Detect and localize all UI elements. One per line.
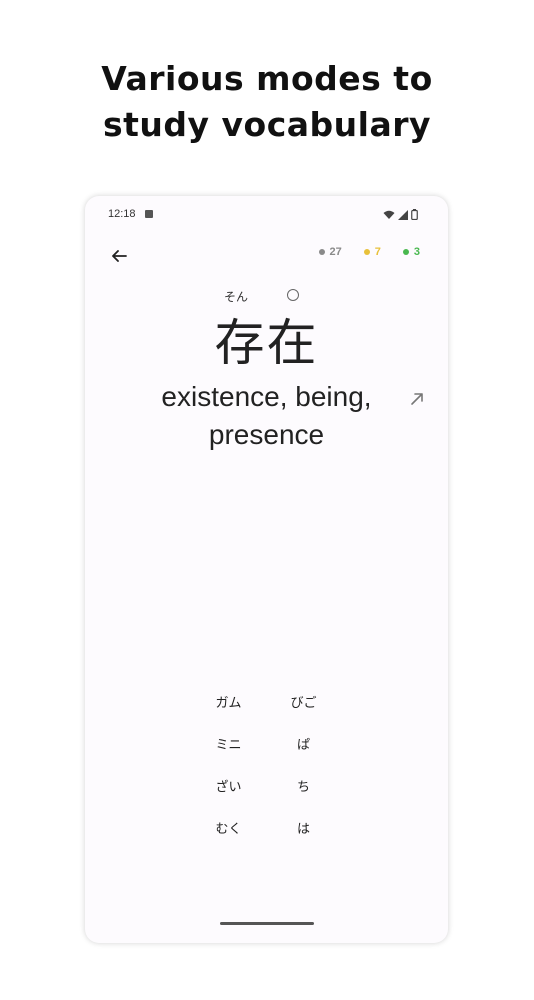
promo-headline-line1: Various modes to bbox=[101, 59, 433, 98]
vocabulary-word: 存在 bbox=[214, 314, 319, 372]
word-meaning: existence, being, presence bbox=[161, 381, 372, 450]
arrow-up-right-icon bbox=[411, 393, 423, 405]
counter-known: 3 bbox=[402, 246, 420, 258]
battery-icon bbox=[411, 209, 418, 220]
promo-headline-line2: study vocabulary bbox=[102, 105, 432, 144]
answer-options: ガム びご ミニ ぱ ざい ち むく は bbox=[191, 680, 341, 848]
answer-option[interactable]: ざい bbox=[191, 764, 266, 806]
status-bar: 12:18 bbox=[85, 196, 448, 234]
notification-a-icon bbox=[145, 210, 153, 218]
reading-text: そん bbox=[224, 290, 249, 304]
answer-option[interactable]: ち bbox=[266, 764, 341, 806]
phone-screen: 12:18 27 7 3 そん 存在 existence, being, pre… bbox=[85, 196, 448, 943]
signal-icon bbox=[398, 209, 408, 220]
gesture-nav-handle[interactable] bbox=[220, 922, 314, 925]
promo-headline: Various modes to study vocabulary bbox=[0, 56, 534, 148]
answer-option[interactable]: むく bbox=[191, 806, 266, 848]
counter-new-dot bbox=[318, 249, 325, 255]
counter-new-value: 27 bbox=[329, 246, 342, 258]
status-icons bbox=[383, 209, 418, 220]
counter-learning-value: 7 bbox=[374, 246, 381, 258]
answer-option[interactable]: ガム bbox=[191, 680, 266, 722]
back-button[interactable] bbox=[105, 242, 133, 270]
answer-option[interactable]: ミニ bbox=[191, 722, 266, 764]
arrow-left-icon bbox=[112, 250, 127, 262]
wifi-icon bbox=[383, 210, 395, 219]
answer-option[interactable]: ぱ bbox=[266, 722, 341, 764]
counter-learning-dot bbox=[363, 249, 370, 255]
status-time: 12:18 bbox=[108, 208, 136, 220]
counter-learning: 7 bbox=[363, 246, 381, 258]
answer-option[interactable]: は bbox=[266, 806, 341, 848]
answer-option[interactable]: びご bbox=[266, 680, 341, 722]
progress-counters: 27 7 3 bbox=[318, 246, 420, 258]
reading-row: そん bbox=[85, 288, 448, 304]
open-details-button[interactable] bbox=[408, 390, 426, 408]
counter-known-value: 3 bbox=[413, 246, 420, 258]
audio-toggle-icon[interactable] bbox=[287, 289, 299, 301]
counter-new: 27 bbox=[318, 246, 342, 258]
counter-known-dot bbox=[402, 249, 409, 255]
